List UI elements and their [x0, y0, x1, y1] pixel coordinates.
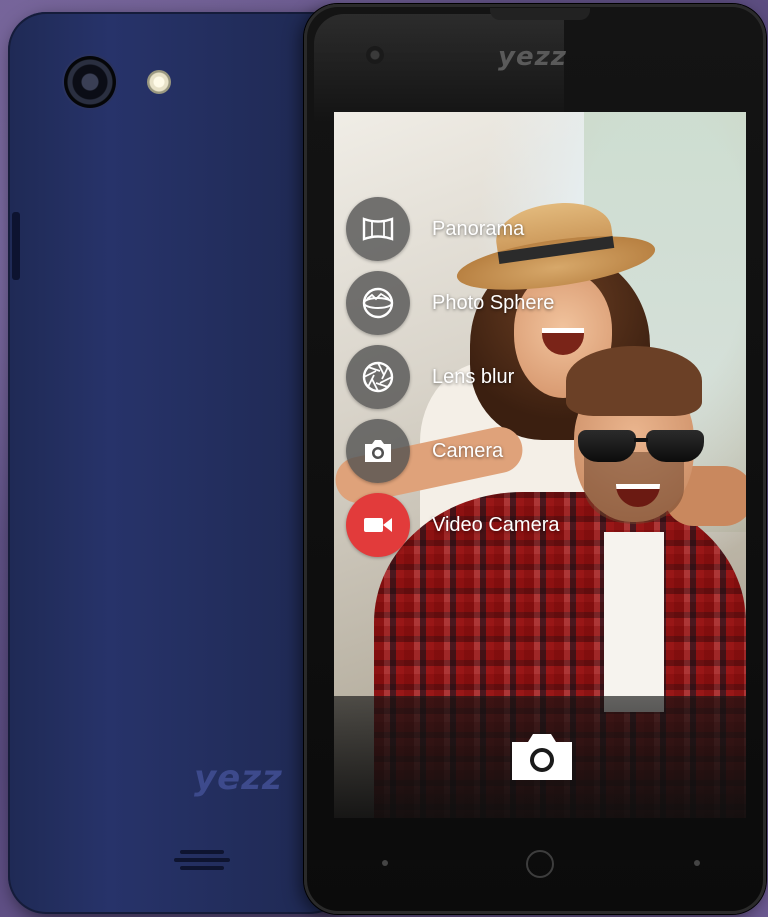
photo-sphere-icon [346, 271, 410, 335]
mode-label-video-camera: Video Camera [432, 513, 560, 536]
front-logo: yezz [498, 42, 567, 72]
camera-icon [512, 734, 572, 780]
rear-camera-lens [64, 56, 116, 108]
phone-front: yezz Panorama Photo Sphere Lens blur Cam… [304, 4, 766, 914]
video-camera-icon [346, 493, 410, 557]
back-key-dot[interactable] [382, 860, 388, 866]
mode-panorama[interactable]: Panorama [346, 196, 646, 262]
mode-camera[interactable]: Camera [346, 418, 646, 484]
back-logo: yezz [194, 758, 283, 798]
front-camera [366, 46, 384, 64]
volume-button [12, 212, 20, 280]
mode-photo-sphere[interactable]: Photo Sphere [346, 270, 646, 336]
mode-lens-blur[interactable]: Lens blur [346, 344, 646, 410]
earpiece [490, 8, 590, 20]
camera-flash [147, 70, 171, 94]
panorama-icon [346, 197, 410, 261]
shutter-button[interactable] [510, 730, 574, 782]
phone-back: yezz [8, 12, 348, 914]
phone-screen: Panorama Photo Sphere Lens blur Camera V… [334, 112, 746, 818]
man-undershirt [604, 532, 664, 712]
mode-video-camera[interactable]: Video Camera [346, 492, 646, 558]
mode-label-panorama: Panorama [432, 217, 525, 240]
mode-label-lens-blur: Lens blur [432, 365, 515, 388]
lens-blur-icon [346, 345, 410, 409]
shutter-bar [334, 696, 746, 818]
home-button[interactable] [526, 850, 554, 878]
menu-key-dot[interactable] [694, 860, 700, 866]
speaker-grille [174, 848, 230, 872]
mode-label-camera: Camera [432, 439, 504, 462]
camera-icon [346, 419, 410, 483]
mode-label-photo-sphere: Photo Sphere [432, 291, 555, 314]
